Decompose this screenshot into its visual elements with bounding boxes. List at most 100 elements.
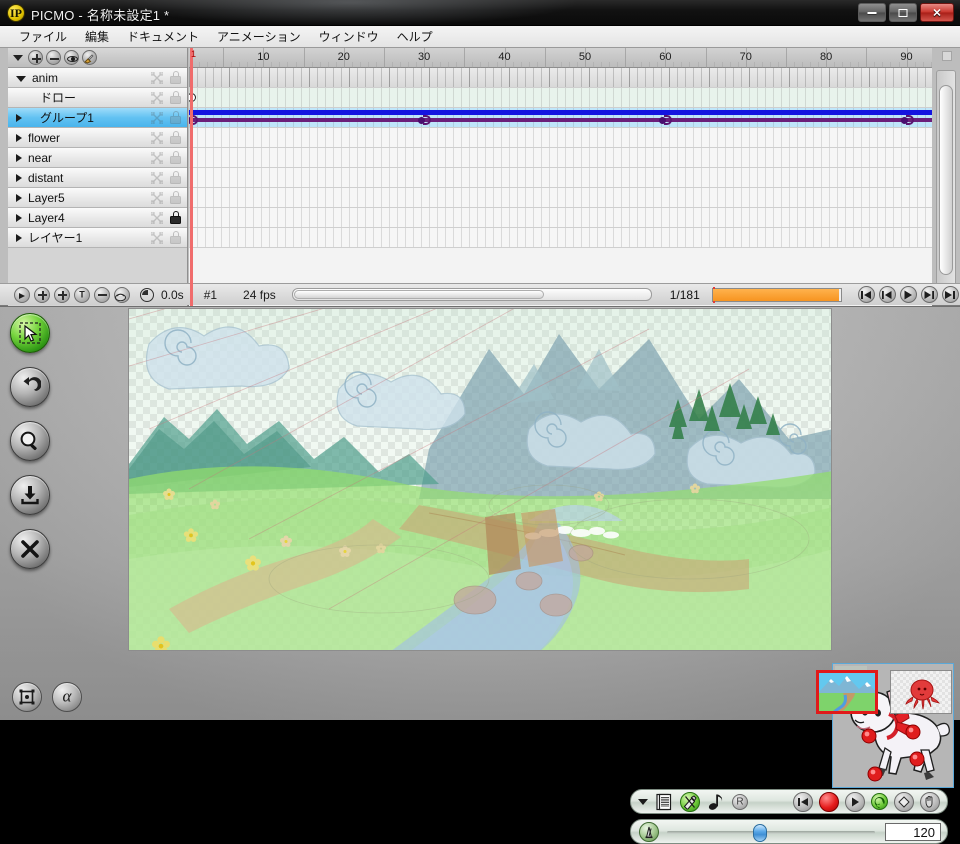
layer-row-レイヤー1[interactable]: レイヤー1 [8, 228, 187, 248]
remove-layer-icon[interactable] [46, 50, 61, 65]
scene-octopus[interactable] [890, 670, 952, 714]
add-keyframe-icon[interactable] [34, 287, 50, 303]
metronome-icon[interactable] [639, 822, 659, 842]
music-panel-collapse-icon[interactable] [638, 799, 648, 805]
restore-button[interactable] [889, 3, 917, 22]
timeline-vertical-scrollbar[interactable] [936, 70, 956, 302]
add-layer-icon[interactable] [28, 50, 43, 65]
track-row-near[interactable] [189, 148, 932, 168]
import-tool[interactable] [10, 475, 50, 515]
track-row-flower[interactable] [189, 128, 932, 148]
layer-expand-arrow-icon[interactable] [16, 76, 26, 82]
layer-row-グループ1[interactable]: グループ1 [8, 108, 187, 128]
select-tool[interactable] [10, 313, 50, 353]
layer-lock-icon[interactable] [170, 211, 181, 224]
layer-mesh-icon[interactable] [151, 172, 163, 184]
layer-mesh-icon[interactable] [151, 112, 163, 124]
keyframe-marker[interactable] [901, 115, 914, 125]
close-button[interactable]: ✕ [920, 3, 954, 22]
layer-mesh-icon[interactable] [151, 192, 163, 204]
layer-mesh-icon[interactable] [151, 232, 163, 244]
layer-mesh-icon[interactable] [151, 152, 163, 164]
skip-start-icon[interactable] [858, 286, 875, 303]
layer-expand-arrow-icon[interactable] [16, 194, 22, 202]
layer-mesh-icon[interactable] [151, 132, 163, 144]
skip-end-icon[interactable] [942, 286, 959, 303]
rewind-icon[interactable] [793, 792, 813, 812]
layer-row-Layer5[interactable]: Layer5 [8, 188, 187, 208]
layer-lock-icon[interactable] [170, 71, 181, 84]
playhead[interactable]: 1 [190, 48, 193, 306]
track-row-レイヤー1[interactable] [189, 228, 932, 248]
play-icon[interactable] [900, 286, 917, 303]
score-icon[interactable] [654, 792, 674, 812]
scrollbar-thumb[interactable] [939, 85, 953, 275]
layer-lock-icon[interactable] [170, 91, 181, 104]
layer-expand-arrow-icon[interactable] [16, 214, 22, 222]
track-row-ドロー[interactable] [189, 88, 932, 108]
layer-row-near[interactable]: near [8, 148, 187, 168]
track-row-グループ1[interactable] [189, 108, 932, 128]
layer-expand-arrow-icon[interactable] [16, 234, 22, 242]
timeline-horizontal-scrollbar[interactable] [292, 288, 652, 301]
layer-lock-icon[interactable] [170, 171, 181, 184]
layer-lock-icon[interactable] [170, 191, 181, 204]
visibility-eye-icon[interactable] [64, 50, 79, 65]
record-icon[interactable] [819, 792, 839, 812]
layer-expand-arrow-icon[interactable] [16, 134, 22, 142]
keyframe-marker[interactable] [418, 115, 431, 125]
layer-row-flower[interactable]: flower [8, 128, 187, 148]
note-icon[interactable] [706, 792, 726, 812]
menu-edit[interactable]: 編集 [76, 26, 118, 47]
layer-expand-arrow-icon[interactable] [16, 154, 22, 162]
menu-help[interactable]: ヘルプ [388, 26, 442, 47]
hand-icon[interactable] [920, 792, 940, 812]
insert-frame-icon[interactable] [54, 287, 70, 303]
transform-box-icon[interactable] [12, 682, 42, 712]
loop-icon[interactable] [871, 793, 888, 810]
zoom-tool[interactable] [10, 421, 50, 461]
metronome-toggle-icon[interactable] [894, 792, 914, 812]
layer-expand-arrow-icon[interactable] [16, 174, 22, 182]
repeat-icon[interactable]: R [732, 794, 748, 810]
track-row-anim[interactable] [189, 68, 932, 88]
layer-lock-icon[interactable] [170, 231, 181, 244]
goto-keyframe-icon[interactable] [14, 287, 30, 303]
track-row-Layer5[interactable] [189, 188, 932, 208]
layer-lock-icon[interactable] [170, 131, 181, 144]
instrument-icon[interactable] [680, 792, 700, 812]
disclosure-triangle-icon[interactable] [13, 55, 23, 61]
timeline-ruler[interactable]: 102030405060708090 [189, 48, 932, 68]
tempo-slider-knob[interactable] [753, 824, 767, 842]
onion-skin-icon[interactable] [114, 287, 130, 303]
layer-row-anim[interactable]: anim [8, 68, 187, 88]
playback-progress-bar[interactable] [712, 288, 842, 302]
layer-mesh-icon[interactable] [151, 212, 163, 224]
step-forward-icon[interactable] [921, 286, 938, 303]
menu-animation[interactable]: アニメーション [208, 26, 310, 47]
delete-keyframe-icon[interactable] [94, 287, 110, 303]
keyframe-marker[interactable] [659, 115, 672, 125]
play-icon[interactable] [845, 792, 865, 812]
undo-tool[interactable] [10, 367, 50, 407]
layer-lock-icon[interactable] [170, 151, 181, 164]
menu-document[interactable]: ドキュメント [118, 26, 208, 47]
layer-row-Layer4[interactable]: Layer4 [8, 208, 187, 228]
layer-mesh-icon[interactable] [151, 72, 163, 84]
track-row-Layer4[interactable] [189, 208, 932, 228]
track-span-purple[interactable] [189, 118, 932, 122]
minimize-button[interactable] [858, 3, 886, 22]
layer-expand-arrow-icon[interactable] [16, 114, 22, 122]
text-key-icon[interactable]: T [74, 287, 90, 303]
menu-file[interactable]: ファイル [10, 26, 76, 47]
tempo-slider-track[interactable] [667, 831, 875, 834]
timeline-tracks-area[interactable]: 102030405060708090 1 [189, 48, 932, 306]
timeline-tracks[interactable] [189, 68, 932, 306]
delete-tool[interactable] [10, 529, 50, 569]
menu-window[interactable]: ウィンドウ [310, 26, 388, 47]
h-scrollbar-thumb[interactable] [294, 290, 544, 299]
scene-landscape[interactable] [816, 670, 878, 714]
layer-row-distant[interactable]: distant [8, 168, 187, 188]
layer-lock-icon[interactable] [170, 111, 181, 124]
layer-mesh-icon[interactable] [151, 92, 163, 104]
